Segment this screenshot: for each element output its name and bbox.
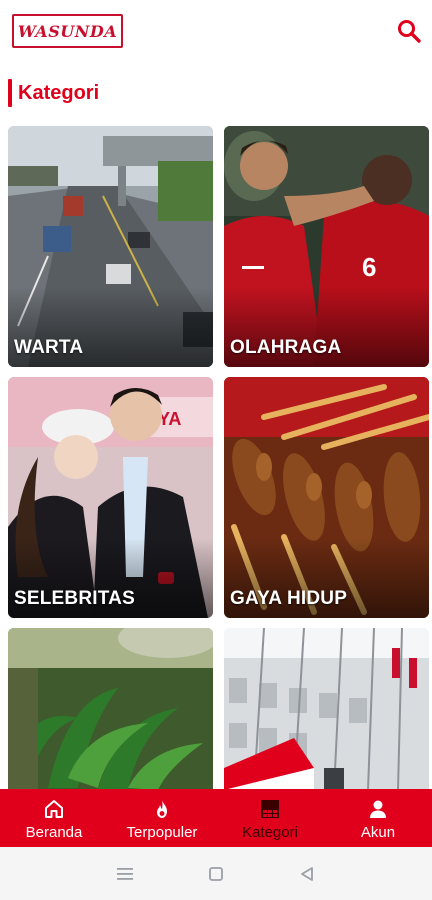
category-tile-6[interactable] (224, 628, 429, 790)
flame-icon (150, 797, 174, 821)
system-navigation-bar (0, 847, 432, 900)
category-tile-warta[interactable]: WARTA (8, 126, 213, 367)
category-label: SELEBRITAS (14, 588, 135, 609)
nav-label: Akun (360, 824, 396, 841)
back-triangle-icon[interactable] (295, 862, 319, 886)
app-logo[interactable]: WASUNDA (12, 14, 123, 48)
svg-text:6: 6 (362, 252, 376, 282)
nav-label: Beranda (25, 824, 83, 841)
category-label: WARTA (14, 337, 84, 358)
person-icon (366, 797, 390, 821)
page-title: Kategori (18, 81, 100, 104)
category-grid-icon (258, 797, 282, 821)
category-label: OLAHRAGA (230, 337, 342, 358)
flag-building-photo (224, 628, 429, 790)
bottom-navigation: Beranda Terpopuler Kategori Akun (0, 789, 432, 847)
search-icon[interactable] (396, 18, 422, 44)
tropical-forest-photo (8, 628, 213, 790)
category-label: GAYA HIDUP (230, 588, 348, 609)
nav-label: Terpopuler (126, 824, 198, 841)
section-accent-bar (8, 79, 12, 107)
nav-item-akun[interactable]: Akun (324, 789, 432, 847)
category-tile-selebritas[interactable]: YA SELEBRITAS (8, 377, 213, 618)
section-heading: Kategori (8, 78, 99, 108)
nav-item-terpopuler[interactable]: Terpopuler (108, 789, 216, 847)
logo-text: WASUNDA (17, 21, 118, 41)
category-tile-gaya-hidup[interactable]: GAYA HIDUP (224, 377, 429, 618)
menu-icon[interactable] (113, 862, 137, 886)
category-tile-5[interactable] (8, 628, 213, 790)
nav-item-kategori[interactable]: Kategori (216, 789, 324, 847)
home-square-icon[interactable] (204, 862, 228, 886)
nav-label: Kategori (242, 824, 298, 841)
nav-item-beranda[interactable]: Beranda (0, 789, 108, 847)
top-app-bar: WASUNDA (0, 0, 432, 62)
category-tile-olahraga[interactable]: 6 OLAHRAGA (224, 126, 429, 367)
home-icon (42, 797, 66, 821)
